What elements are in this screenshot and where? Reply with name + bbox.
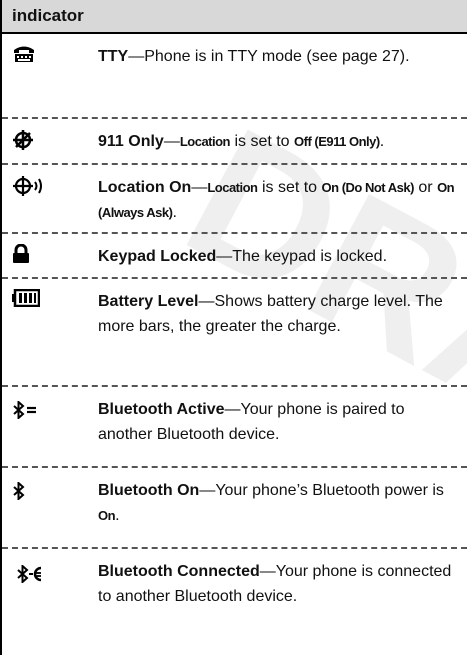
table-header: indicator xyxy=(2,0,467,34)
indicator-description: Battery Level—Shows battery charge level… xyxy=(98,293,443,335)
indicator-table: indicator TTY—Phone is in TTY mode (see … xyxy=(0,0,467,655)
indicator-description: TTY—Phone is in TTY mode (see page 27). xyxy=(98,48,410,65)
indicator-row-911-only: 911 Only—Location is set to Off (E911 On… xyxy=(2,119,467,165)
tty-icon xyxy=(14,46,34,62)
indicator-description: 911 Only—Location is set to Off (E911 On… xyxy=(98,133,385,150)
indicator-row-keypad-locked: Keypad Locked—The keypad is locked. xyxy=(2,234,467,279)
bluetooth-active-icon xyxy=(13,401,36,419)
indicator-description: Bluetooth On—Your phone’s Bluetooth powe… xyxy=(98,482,444,524)
location-off-icon xyxy=(13,130,33,150)
indicator-row-bluetooth-connected: Bluetooth Connected—Your phone is connec… xyxy=(2,549,467,655)
indicator-row-battery-level: Battery Level—Shows battery charge level… xyxy=(2,279,467,387)
indicator-description: Location On—Location is set to On (Do No… xyxy=(98,179,455,221)
indicator-description: Bluetooth Connected—Your phone is connec… xyxy=(98,563,452,605)
battery-icon xyxy=(12,289,40,307)
header-title: indicator xyxy=(12,6,84,25)
indicator-description: Bluetooth Active—Your phone is paired to… xyxy=(98,401,405,443)
lock-icon xyxy=(13,244,29,263)
indicator-row-location-on: Location On—Location is set to On (Do No… xyxy=(2,165,467,234)
bluetooth-on-icon xyxy=(13,482,25,500)
indicator-row-bluetooth-active: Bluetooth Active—Your phone is paired to… xyxy=(2,387,467,468)
indicator-row-bluetooth-on: Bluetooth On—Your phone’s Bluetooth powe… xyxy=(2,468,467,549)
indicator-row-tty: TTY—Phone is in TTY mode (see page 27). xyxy=(2,34,467,119)
location-on-icon xyxy=(13,176,42,196)
bluetooth-connected-icon xyxy=(17,565,42,583)
indicator-description: Keypad Locked—The keypad is locked. xyxy=(98,248,388,265)
